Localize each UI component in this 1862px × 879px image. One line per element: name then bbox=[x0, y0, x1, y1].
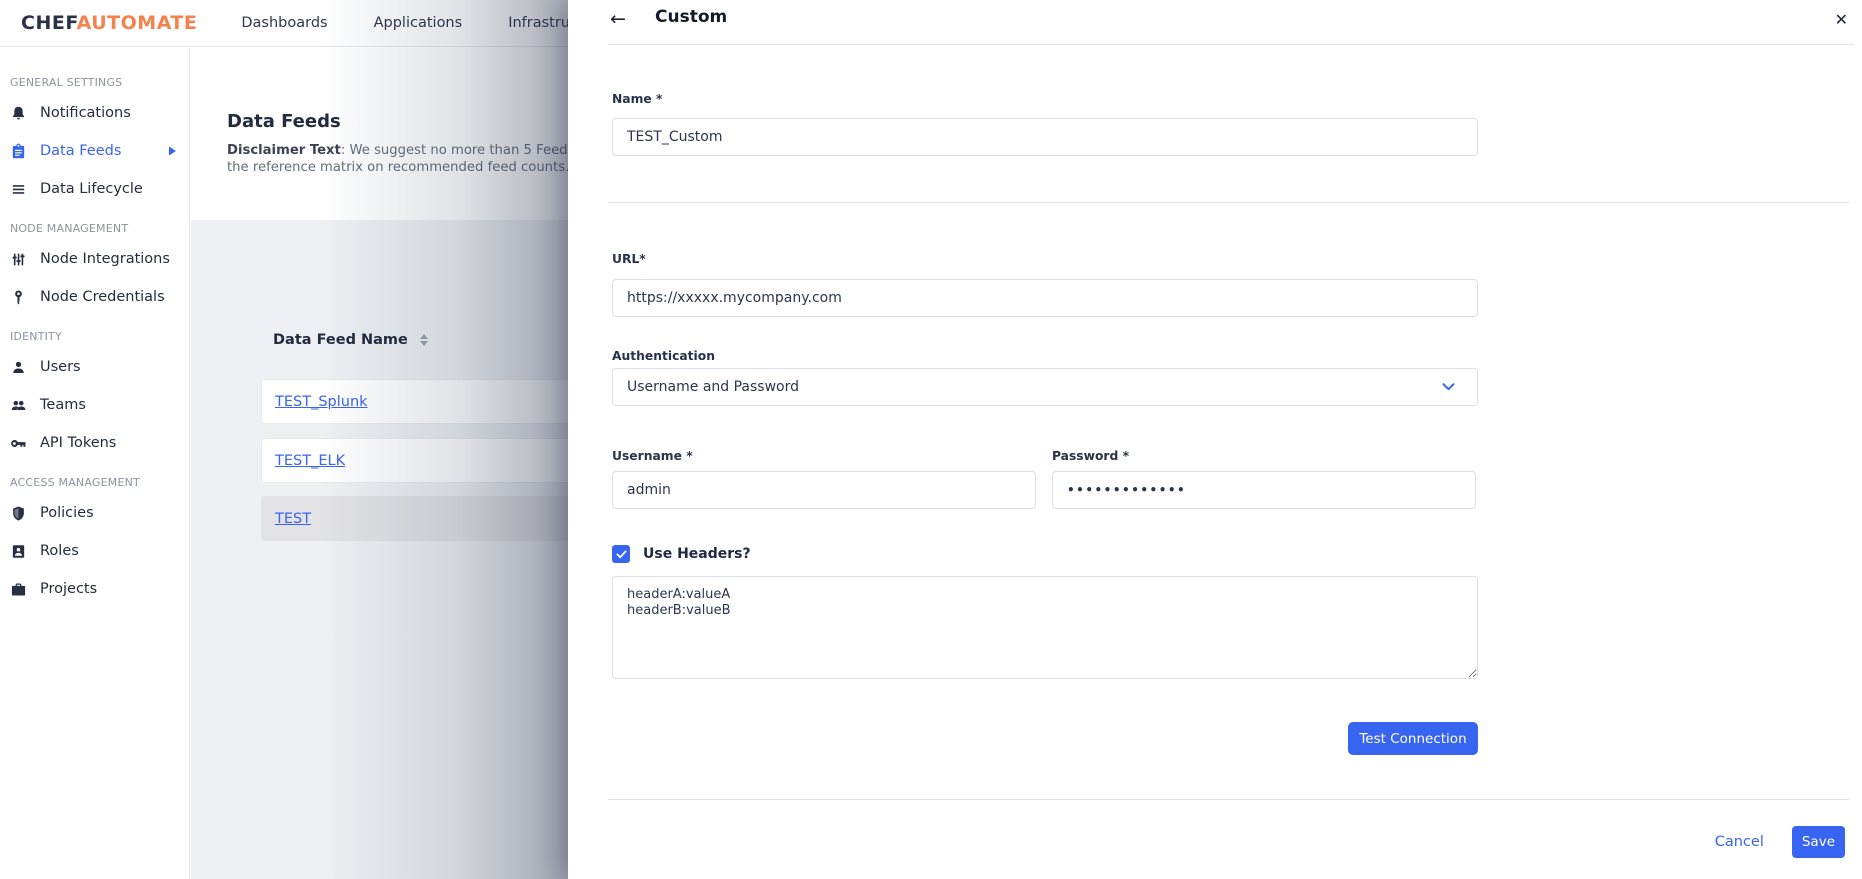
sort-icon[interactable] bbox=[419, 334, 429, 346]
sidebar-item-data-lifecycle[interactable]: Data Lifecycle bbox=[0, 170, 189, 208]
disclaimer-label: Disclaimer Text bbox=[227, 143, 341, 158]
logo-automate-text: AUTOMATE bbox=[77, 12, 198, 34]
shield-icon bbox=[9, 504, 27, 522]
panel-footer: Cancel Save bbox=[1715, 826, 1845, 858]
authentication-selected-value: Username and Password bbox=[627, 379, 1442, 395]
use-headers-label: Use Headers? bbox=[643, 546, 751, 562]
sidebar-item-teams[interactable]: Teams bbox=[0, 386, 189, 424]
feed-link-test-splunk[interactable]: TEST_Splunk bbox=[275, 394, 368, 410]
sidebar-item-node-credentials[interactable]: Node Credentials bbox=[0, 278, 189, 316]
sidebar-item-policies[interactable]: Policies bbox=[0, 494, 189, 532]
chevron-right-icon bbox=[168, 146, 177, 156]
cancel-button[interactable]: Cancel bbox=[1715, 834, 1764, 850]
sidebar-item-label: Notifications bbox=[40, 105, 131, 121]
sliders-icon bbox=[9, 250, 27, 268]
headers-textarea[interactable]: headerA:valueA headerB:valueB bbox=[612, 576, 1478, 679]
sidebar-item-label: Data Feeds bbox=[40, 143, 121, 159]
badge-icon bbox=[9, 542, 27, 560]
sidebar-item-projects[interactable]: Projects bbox=[0, 570, 189, 608]
use-headers-checkbox-row[interactable]: Use Headers? bbox=[612, 545, 751, 563]
authentication-select[interactable]: Username and Password bbox=[612, 368, 1478, 406]
sidebar-item-label: Teams bbox=[40, 397, 86, 413]
name-field-label: Name * bbox=[612, 92, 662, 106]
header-divider bbox=[608, 44, 1854, 45]
sidebar-item-label: API Tokens bbox=[40, 435, 116, 451]
save-button[interactable]: Save bbox=[1792, 826, 1845, 858]
sidebar-item-api-tokens[interactable]: API Tokens bbox=[0, 424, 189, 462]
back-arrow-icon[interactable]: ← bbox=[610, 6, 626, 33]
settings-sidebar: GENERAL SETTINGS Notifications Data Feed… bbox=[0, 48, 190, 879]
name-input[interactable] bbox=[612, 118, 1478, 156]
url-input[interactable] bbox=[612, 279, 1478, 317]
custom-feed-panel: ← Custom ✕ Name * URL* Authentication Us… bbox=[568, 0, 1862, 879]
sidebar-item-label: Roles bbox=[40, 543, 79, 559]
sidebar-item-label: Projects bbox=[40, 581, 97, 597]
disclaimer-text: Disclaimer Text: We suggest no more than… bbox=[227, 142, 577, 176]
checkmark-icon bbox=[616, 550, 627, 559]
feed-link-test[interactable]: TEST bbox=[275, 511, 311, 527]
sidebar-heading-general-settings: GENERAL SETTINGS bbox=[0, 62, 189, 94]
feed-link-test-elk[interactable]: TEST_ELK bbox=[275, 453, 345, 469]
clipboard-icon bbox=[9, 142, 27, 160]
page-title: Data Feeds bbox=[227, 111, 341, 132]
password-input[interactable] bbox=[1052, 471, 1476, 509]
sidebar-item-data-feeds[interactable]: Data Feeds bbox=[0, 132, 189, 170]
logo-chef-text: CHEF bbox=[21, 12, 77, 34]
sidebar-item-label: Users bbox=[40, 359, 81, 375]
sidebar-item-label: Node Credentials bbox=[40, 289, 165, 305]
sidebar-item-node-integrations[interactable]: Node Integrations bbox=[0, 240, 189, 278]
column-header-label: Data Feed Name bbox=[273, 332, 408, 348]
list-icon bbox=[9, 180, 27, 198]
sidebar-item-notifications[interactable]: Notifications bbox=[0, 94, 189, 132]
sidebar-item-label: Node Integrations bbox=[40, 251, 170, 267]
app-window: CHEFAUTOMATE Dashboards Applications Inf… bbox=[0, 0, 1862, 879]
person-icon bbox=[9, 358, 27, 376]
key-vertical-icon bbox=[9, 288, 27, 306]
panel-title: Custom bbox=[655, 7, 727, 27]
column-header-data-feed-name[interactable]: Data Feed Name bbox=[273, 332, 429, 348]
footer-divider bbox=[608, 799, 1849, 800]
close-icon[interactable]: ✕ bbox=[1835, 7, 1848, 33]
chef-automate-logo[interactable]: CHEFAUTOMATE bbox=[21, 12, 197, 34]
sidebar-item-roles[interactable]: Roles bbox=[0, 532, 189, 570]
sidebar-heading-access-management: ACCESS MANAGEMENT bbox=[0, 462, 189, 494]
disclaimer-line1: : We suggest no more than 5 Feeds, d bbox=[341, 143, 577, 158]
sidebar-heading-node-management: NODE MANAGEMENT bbox=[0, 208, 189, 240]
disclaimer-line2: the reference matrix on recommended feed… bbox=[227, 159, 577, 176]
key-icon bbox=[9, 434, 27, 452]
navbar-menu: Dashboards Applications Infrastructure bbox=[241, 15, 607, 31]
briefcase-icon bbox=[9, 580, 27, 598]
panel-header: ← Custom ✕ bbox=[568, 0, 1862, 45]
url-field-label: URL* bbox=[612, 252, 646, 266]
use-headers-checkbox[interactable] bbox=[612, 545, 630, 563]
password-field-label: Password * bbox=[1052, 449, 1129, 463]
sidebar-item-label: Data Lifecycle bbox=[40, 181, 143, 197]
authentication-field-label: Authentication bbox=[612, 349, 715, 363]
sidebar-item-users[interactable]: Users bbox=[0, 348, 189, 386]
sidebar-item-label: Policies bbox=[40, 505, 94, 521]
nav-item-applications[interactable]: Applications bbox=[374, 15, 463, 31]
nav-item-dashboards[interactable]: Dashboards bbox=[241, 15, 327, 31]
test-connection-button[interactable]: Test Connection bbox=[1348, 722, 1478, 755]
section-divider bbox=[608, 202, 1849, 203]
chevron-down-icon bbox=[1442, 383, 1455, 391]
people-icon bbox=[9, 396, 27, 414]
bell-icon bbox=[9, 104, 27, 122]
username-input[interactable] bbox=[612, 471, 1036, 509]
username-field-label: Username * bbox=[612, 449, 693, 463]
sidebar-heading-identity: IDENTITY bbox=[0, 316, 189, 348]
